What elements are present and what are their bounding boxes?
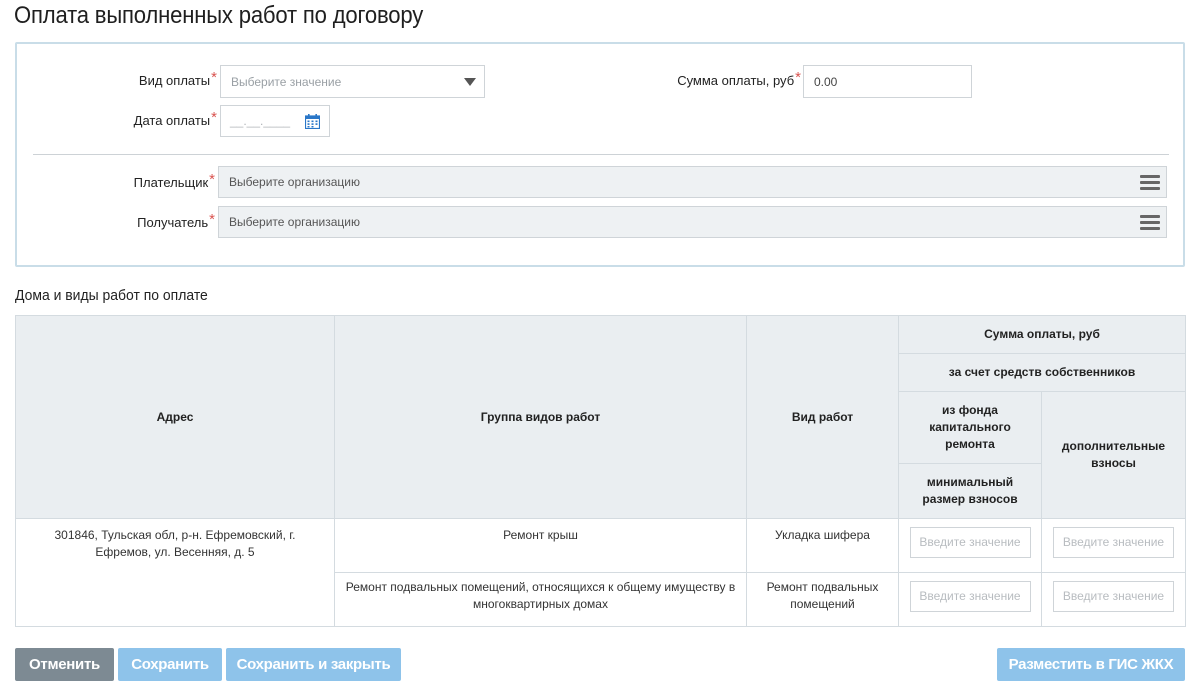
additional-input[interactable]: Введите значение xyxy=(1053,527,1174,558)
work-type-cell: Укладка шифера xyxy=(746,518,899,573)
payment-date-mask: __.__.____ xyxy=(230,114,291,128)
required-mark: * xyxy=(211,109,217,126)
work-type-cell: Ремонт подвальных помещений xyxy=(746,572,899,627)
publish-to-gis-button[interactable]: Разместить в ГИС ЖКХ xyxy=(997,648,1185,681)
form-divider xyxy=(33,154,1169,155)
col-header-owners-funds: за счет средств собственников xyxy=(898,353,1186,392)
required-mark: * xyxy=(211,69,217,86)
houses-works-table: Адрес Группа видов работ Вид работ Сумма… xyxy=(15,315,1186,627)
required-mark: * xyxy=(795,69,801,86)
col-header-additional: дополнительные взносы xyxy=(1041,391,1186,519)
min-contrib-input[interactable]: Введите значение xyxy=(909,527,1031,558)
payment-form-panel: Вид оплаты* Выберите значение Сумма опла… xyxy=(15,42,1185,267)
payment-date-label: Дата оплаты* xyxy=(133,109,217,128)
payment-amount-value: 0.00 xyxy=(814,74,838,89)
additional-cell: Введите значение xyxy=(1041,572,1186,627)
payer-select[interactable]: Выберите организацию xyxy=(218,166,1167,198)
col-header-capital-fund: из фонда капитального ремонта xyxy=(898,391,1042,464)
recipient-placeholder: Выберите организацию xyxy=(229,215,361,229)
cancel-button[interactable]: Отменить xyxy=(15,648,114,681)
min-contrib-input[interactable]: Введите значение xyxy=(909,581,1031,612)
payment-date-input[interactable]: __.__.____ xyxy=(220,105,330,137)
payment-type-label: Вид оплаты* xyxy=(138,69,217,88)
payer-label: Плательщик* xyxy=(133,171,215,190)
col-header-address: Адрес xyxy=(15,315,335,519)
col-header-work-type: Вид работ xyxy=(746,315,899,519)
payer-placeholder: Выберите организацию xyxy=(229,175,361,189)
min-contrib-cell: Введите значение xyxy=(898,518,1042,573)
recipient-select[interactable]: Выберите организацию xyxy=(218,206,1167,238)
payment-type-select[interactable]: Выберите значение xyxy=(220,65,485,98)
additional-cell: Введите значение xyxy=(1041,518,1186,573)
col-header-work-group: Группа видов работ xyxy=(334,315,747,519)
payment-type-placeholder: Выберите значение xyxy=(231,74,342,89)
work-group-cell: Ремонт крыш xyxy=(334,518,747,573)
chevron-down-icon[interactable] xyxy=(464,78,476,86)
payment-amount-label: Сумма оплаты, руб* xyxy=(677,69,801,88)
table-row: 301846, Тульская обл, р-н. Ефремовский, … xyxy=(15,518,1186,627)
address-cell: 301846, Тульская обл, р-н. Ефремовский, … xyxy=(15,518,335,627)
page-title: Оплата выполненных работ по договору xyxy=(14,2,424,29)
required-mark: * xyxy=(209,171,215,188)
menu-icon[interactable] xyxy=(1140,215,1160,230)
col-header-payment-sum: Сумма оплаты, руб xyxy=(898,315,1186,354)
save-button[interactable]: Сохранить xyxy=(118,648,222,681)
recipient-label: Получатель* xyxy=(137,211,215,230)
required-mark: * xyxy=(209,211,215,228)
payment-amount-input[interactable]: 0.00 xyxy=(803,65,972,98)
min-contrib-cell: Введите значение xyxy=(898,572,1042,627)
save-and-close-button[interactable]: Сохранить и закрыть xyxy=(226,648,401,681)
calendar-icon[interactable] xyxy=(305,114,320,129)
menu-icon[interactable] xyxy=(1140,175,1160,190)
additional-input[interactable]: Введите значение xyxy=(1053,581,1174,612)
col-header-min-contrib: минимальный размер взносов xyxy=(898,463,1042,519)
work-group-cell: Ремонт подвальных помещений, относящихся… xyxy=(334,572,747,627)
houses-section-title: Дома и виды работ по оплате xyxy=(15,287,208,304)
